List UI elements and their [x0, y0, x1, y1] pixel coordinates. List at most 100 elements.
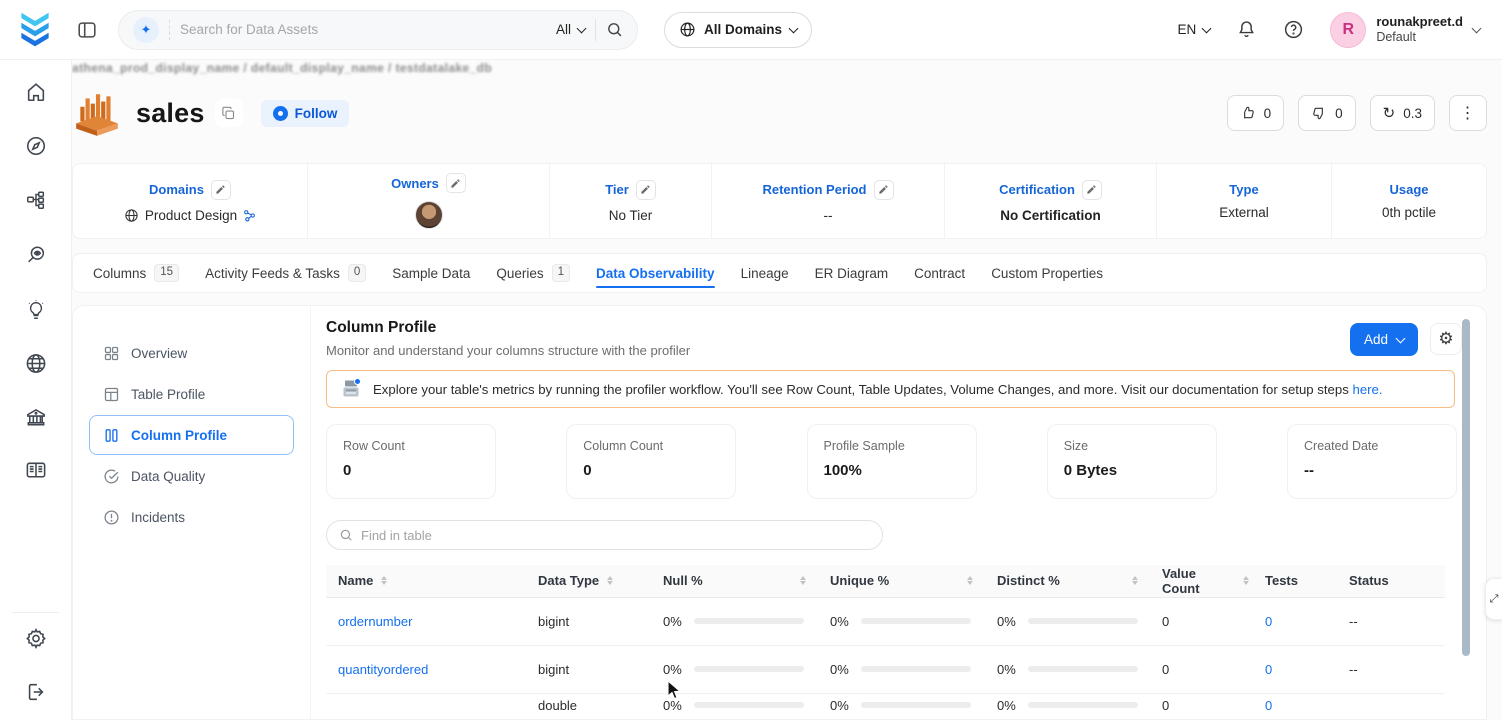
- nav-item-data-quality[interactable]: Data Quality: [89, 456, 294, 496]
- logout-icon[interactable]: [25, 681, 47, 703]
- sort-icon[interactable]: [381, 576, 388, 586]
- panel-expand-handle[interactable]: ⤢: [1485, 578, 1502, 620]
- null-pct-value: 0%: [663, 697, 682, 713]
- global-search[interactable]: ✦ All: [118, 9, 638, 50]
- edit-tier-icon[interactable]: [635, 179, 656, 200]
- find-in-table-search[interactable]: [326, 520, 883, 550]
- copy-icon[interactable]: [214, 99, 243, 127]
- entity-actions: 0 0 ↻ 0.3 ⋮: [1226, 95, 1487, 131]
- table-service-icon: [72, 88, 122, 138]
- search-scope-label: All: [555, 22, 571, 37]
- edit-retention-icon[interactable]: [873, 179, 894, 200]
- add-label: Add: [1363, 332, 1388, 347]
- entity-header: sales Follow 0 0 ↻ 0.3 ⋮: [72, 88, 1487, 138]
- tab-columns[interactable]: Columns 15: [93, 254, 180, 292]
- header-data-type[interactable]: Data Type: [526, 565, 651, 598]
- banner-docs-link[interactable]: here.: [1353, 382, 1383, 397]
- nav-item-column-profile[interactable]: Column Profile: [89, 415, 294, 455]
- header-name[interactable]: Name: [326, 565, 526, 598]
- find-in-table-input[interactable]: [361, 527, 870, 543]
- nav-label: Data Quality: [131, 468, 206, 484]
- certification-label: Certification: [999, 182, 1075, 197]
- tab-sample-data[interactable]: Sample Data: [392, 254, 470, 292]
- more-options-button[interactable]: ⋮: [1449, 95, 1487, 131]
- vertical-scrollbar[interactable]: [1462, 319, 1470, 656]
- sort-icon[interactable]: [607, 576, 614, 586]
- owner-avatar[interactable]: [414, 201, 443, 229]
- domain-value[interactable]: Product Design: [145, 208, 237, 223]
- app-root: ✦ All All Domains: [0, 0, 1502, 720]
- tests-link[interactable]: 0: [1265, 698, 1272, 713]
- tab-contract[interactable]: Contract: [914, 254, 965, 292]
- edit-owners-icon[interactable]: [445, 173, 466, 193]
- distinct-pct-bar: [1027, 618, 1138, 624]
- version-button[interactable]: ↻ 0.3: [1369, 95, 1435, 131]
- distinct-pct-value: 0%: [997, 661, 1016, 677]
- help-icon[interactable]: [1283, 19, 1304, 40]
- profiler-info-banner: Explore your table's metrics by running …: [326, 370, 1455, 408]
- header-null-pct[interactable]: Null %: [651, 565, 818, 598]
- search-input[interactable]: [180, 22, 546, 37]
- nav-item-overview[interactable]: Overview: [89, 333, 294, 373]
- tab-lineage[interactable]: Lineage: [741, 254, 789, 292]
- user-menu[interactable]: R rounakpreet.d Default: [1330, 11, 1482, 48]
- home-icon[interactable]: [25, 81, 47, 103]
- sort-icon[interactable]: [1132, 576, 1138, 586]
- all-domains-label: All Domains: [704, 22, 783, 37]
- language-dropdown[interactable]: EN: [1178, 22, 1212, 37]
- tests-link[interactable]: 0: [1265, 662, 1272, 677]
- sidebar-toggle-icon[interactable]: [76, 19, 98, 41]
- add-button[interactable]: Add: [1349, 323, 1418, 356]
- banner-text: Explore your table's metrics by running …: [373, 381, 1349, 397]
- edit-domains-icon[interactable]: [210, 179, 231, 200]
- table-row: ordernumber bigint 0% 0% 0% 0 0 --: [326, 597, 1445, 646]
- columns-table: Name Data Type Null % Unique % Distinct …: [326, 565, 1445, 713]
- sort-icon[interactable]: [1243, 576, 1249, 586]
- data-quality-check-icon: [103, 468, 120, 485]
- section-subtitle: Monitor and understand your columns stru…: [326, 343, 691, 358]
- explore-compass-icon[interactable]: [25, 135, 47, 157]
- user-name: rounakpreet.d: [1376, 13, 1463, 29]
- tab-queries[interactable]: Queries 1: [496, 254, 571, 292]
- all-domains-dropdown[interactable]: All Domains: [664, 11, 813, 48]
- settings-gear-icon[interactable]: [24, 627, 47, 650]
- domains-hierarchy-icon[interactable]: [25, 189, 47, 211]
- follow-button[interactable]: Follow: [260, 99, 350, 127]
- domains-globe-icon[interactable]: [24, 352, 47, 375]
- unique-pct-value: 0%: [830, 661, 849, 677]
- tab-custom-properties[interactable]: Custom Properties: [991, 254, 1103, 292]
- search-scope-dropdown[interactable]: All: [555, 22, 587, 37]
- notifications-bell-icon[interactable]: [1236, 19, 1257, 40]
- header-unique-pct[interactable]: Unique %: [818, 565, 985, 598]
- observability-icon[interactable]: [25, 244, 47, 266]
- edit-certification-icon[interactable]: [1081, 179, 1102, 200]
- profiler-settings-button[interactable]: ⚙: [1430, 323, 1462, 355]
- globe-icon: [124, 208, 139, 223]
- ai-sparkle-icon[interactable]: ✦: [133, 16, 159, 43]
- downvote-button[interactable]: 0: [1298, 95, 1356, 131]
- govern-bank-icon[interactable]: [24, 406, 47, 429]
- tab-data-observability[interactable]: Data Observability: [596, 254, 715, 292]
- sort-icon[interactable]: [967, 576, 973, 586]
- nav-item-table-profile[interactable]: Table Profile: [89, 374, 294, 414]
- sort-icon[interactable]: [800, 576, 806, 586]
- search-icon[interactable]: [606, 21, 623, 38]
- breadcrumb[interactable]: athena_prod_display_name / default_displ…: [72, 61, 492, 75]
- unique-pct-bar: [860, 702, 971, 708]
- header-value-count[interactable]: Value Count: [1150, 565, 1253, 598]
- nav-item-incidents[interactable]: Incidents: [89, 497, 294, 537]
- user-avatar[interactable]: R: [1330, 11, 1367, 48]
- globe-icon: [679, 21, 696, 38]
- insights-lightbulb-icon[interactable]: [25, 299, 47, 321]
- column-name-link[interactable]: ordernumber: [338, 614, 412, 629]
- glossary-book-icon[interactable]: [24, 459, 47, 482]
- value-count-cell: 0: [1150, 597, 1253, 646]
- header-distinct-pct[interactable]: Distinct %: [985, 565, 1150, 598]
- collate-logo-icon[interactable]: [18, 10, 52, 50]
- column-name-link[interactable]: quantityordered: [338, 662, 428, 677]
- tab-er-diagram[interactable]: ER Diagram: [815, 254, 889, 292]
- subdomain-link-icon[interactable]: [243, 209, 256, 222]
- tests-link[interactable]: 0: [1265, 614, 1272, 629]
- tab-activity-feeds[interactable]: Activity Feeds & Tasks 0: [205, 254, 367, 292]
- upvote-button[interactable]: 0: [1226, 95, 1285, 131]
